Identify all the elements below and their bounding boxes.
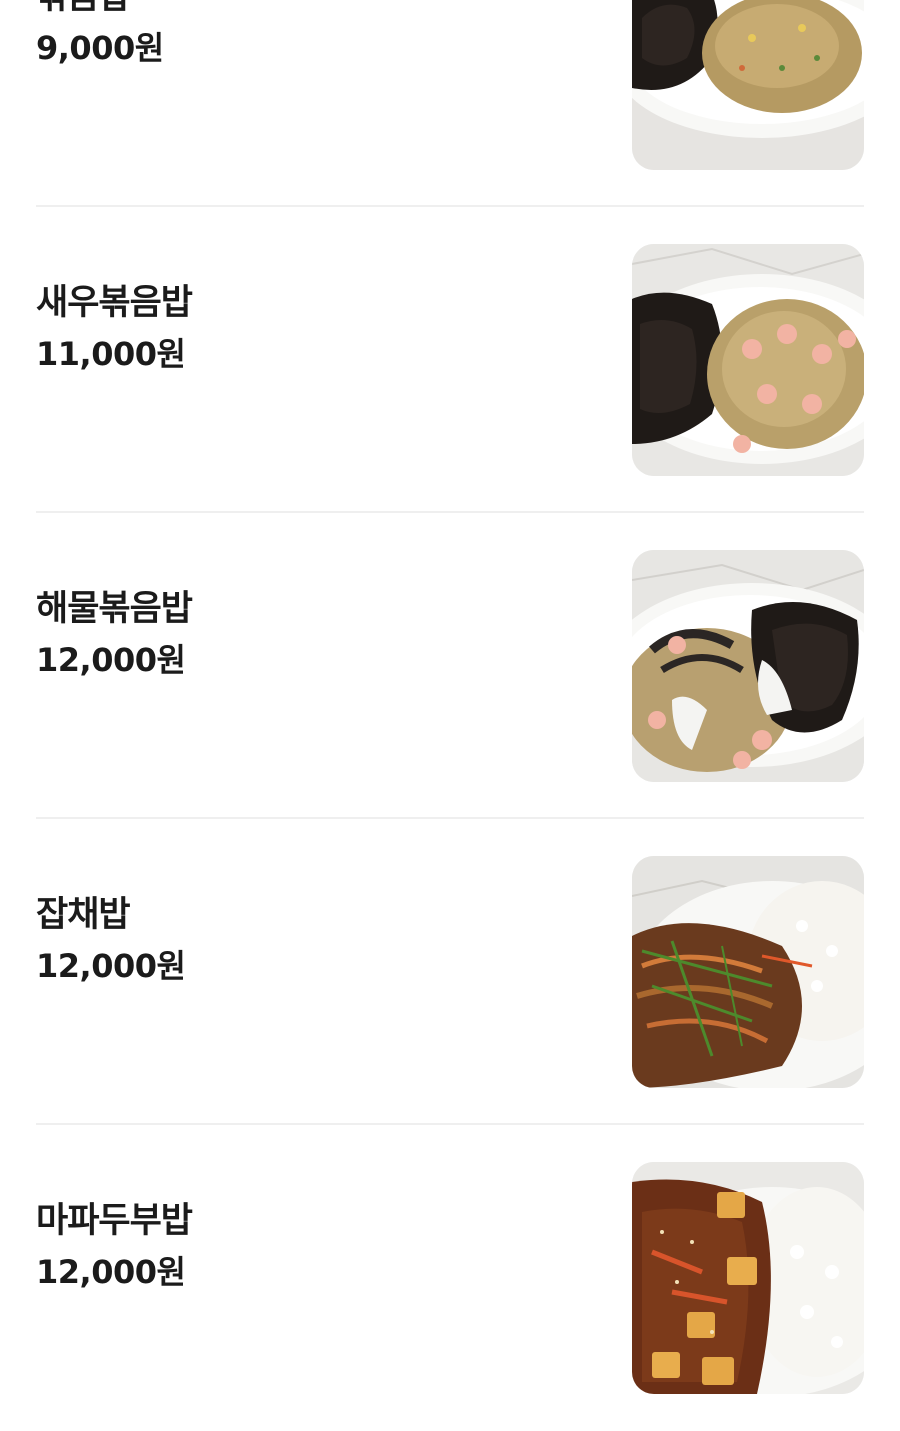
menu-item-shrimp-fried-rice[interactable]: 새우볶음밥 11,000원 (36, 207, 864, 513)
fried-rice-image (632, 0, 864, 170)
menu-item-mapo-tofu-rice[interactable]: 마파두부밥 12,000원 (36, 1125, 864, 1431)
shrimp-fried-rice-photo[interactable] (632, 244, 864, 476)
mapo-tofu-rice-photo[interactable] (632, 1162, 864, 1394)
menu-item-text: 잡채밥 12,000원 (36, 891, 596, 988)
japchae-rice-photo[interactable] (632, 856, 864, 1088)
menu-item-name: 해물볶음밥 (36, 589, 193, 629)
menu-item-price: 11,000원 (36, 335, 186, 373)
menu-item-name: 잡채밥 (36, 895, 131, 935)
mapo-tofu-rice-image (632, 1162, 864, 1394)
menu-item-seafood-fried-rice[interactable]: 해물볶음밥 12,000원 (36, 513, 864, 819)
menu-item-name: 볶음밥 (36, 0, 596, 21)
menu-item-price: 12,000원 (36, 641, 186, 679)
japchae-rice-image (632, 856, 864, 1088)
menu-item-price: 12,000원 (36, 947, 186, 985)
fried-rice-photo[interactable] (632, 0, 864, 170)
seafood-fried-rice-image (632, 550, 864, 782)
menu-item-fried-rice[interactable]: 볶음밥 9,000원 (36, 0, 864, 207)
menu-item-text: 새우볶음밥 11,000원 (36, 279, 596, 376)
menu-item-name: 새우볶음밥 (36, 283, 193, 323)
menu-item-price: 12,000원 (36, 1253, 186, 1291)
shrimp-fried-rice-image (632, 244, 864, 476)
menu-item-text: 볶음밥 9,000원 (36, 0, 596, 70)
menu-list: 볶음밥 9,000원 새우볶음밥 11,0 (0, 0, 900, 1431)
menu-item-text: 해물볶음밥 12,000원 (36, 585, 596, 682)
seafood-fried-rice-photo[interactable] (632, 550, 864, 782)
menu-item-text: 마파두부밥 12,000원 (36, 1197, 596, 1294)
menu-item-japchae-rice[interactable]: 잡채밥 12,000원 (36, 819, 864, 1125)
menu-item-name: 마파두부밥 (36, 1201, 193, 1241)
menu-item-price: 9,000원 (36, 29, 164, 67)
